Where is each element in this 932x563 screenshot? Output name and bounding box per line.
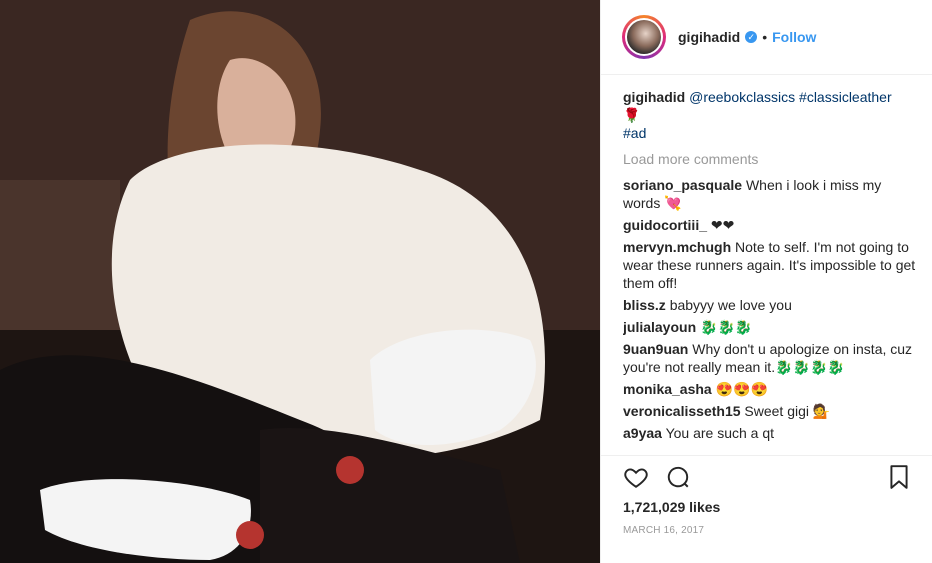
avatar-ring — [625, 18, 663, 56]
comment-username[interactable]: 9uan9uan — [623, 341, 688, 357]
verified-badge-icon: ✓ — [745, 31, 758, 43]
actions-section: 1,721,029 likes MARCH 16, 2017 — [601, 455, 932, 563]
comment-username[interactable]: a9yaa — [623, 425, 662, 441]
header-username[interactable]: gigihadid — [678, 29, 740, 45]
post-header: gigihadid ✓ • Follow — [601, 0, 932, 75]
load-more-comments-button[interactable]: Load more comments — [623, 150, 918, 168]
comment-text: 😍😍😍 — [715, 381, 768, 397]
comment-text: babyyy we love you — [669, 297, 792, 313]
comment-text: ❤❤ — [710, 217, 735, 233]
caption: gigihadid @reebokclassics #classicleathe… — [623, 88, 918, 142]
photo-illustration — [0, 0, 600, 563]
comment-username[interactable]: bliss.z — [623, 297, 666, 313]
comment-username[interactable]: soriano_pasquale — [623, 177, 742, 193]
follow-button[interactable]: Follow — [772, 29, 816, 45]
comment: veronicalisseth15 Sweet gigi 💁 — [623, 402, 918, 420]
post-side-panel: gigihadid ✓ • Follow gigihadid @reebokcl… — [600, 0, 932, 563]
avatar[interactable] — [622, 15, 666, 59]
comment-username[interactable]: julialayoun — [623, 319, 696, 335]
caption-mention[interactable]: @reebokclassics — [689, 89, 795, 105]
comment-icon[interactable] — [665, 464, 691, 495]
comment: monika_asha 😍😍😍 — [623, 380, 918, 398]
bookmark-icon[interactable] — [887, 464, 911, 495]
comment-text: You are such a qt — [665, 425, 775, 441]
likes-count[interactable]: 1,721,029 likes — [623, 499, 720, 515]
caption-username[interactable]: gigihadid — [623, 89, 685, 105]
comment: bliss.z babyyy we love you — [623, 296, 918, 314]
action-icons — [623, 464, 691, 495]
caption-emoji: 🌹 — [623, 107, 641, 123]
comment: guidocortiii_ ❤❤ — [623, 216, 918, 234]
caption-hashtag[interactable]: #classicleather — [799, 89, 892, 105]
comment: julialayoun 🐉🐉🐉 — [623, 318, 918, 336]
caption-ad-tag[interactable]: #ad — [623, 125, 646, 141]
header-separator: • — [762, 29, 768, 45]
comment-username[interactable]: veronicalisseth15 — [623, 403, 741, 419]
comment-username[interactable]: guidocortiii_ — [623, 217, 707, 233]
comment-username[interactable]: mervyn.mchugh — [623, 239, 731, 255]
comment-text: Sweet gigi 💁 — [744, 403, 831, 419]
comment: mervyn.mchugh Note to self. I'm not goin… — [623, 238, 918, 292]
comment-username[interactable]: monika_asha — [623, 381, 712, 397]
avatar-image — [627, 20, 661, 54]
comments-list[interactable]: gigihadid @reebokclassics #classicleathe… — [623, 88, 918, 451]
comment-text: 🐉🐉🐉 — [700, 319, 753, 335]
instagram-post: gigihadid ✓ • Follow gigihadid @reebokcl… — [0, 0, 932, 563]
comment: soriano_pasquale When i look i miss my w… — [623, 176, 918, 212]
heart-icon[interactable] — [623, 464, 649, 495]
comment: 9uan9uan Why don't u apologize on insta,… — [623, 340, 918, 376]
post-date[interactable]: MARCH 16, 2017 — [623, 525, 704, 536]
post-photo[interactable] — [0, 0, 600, 563]
comment: a9yaa You are such a qt — [623, 424, 918, 442]
